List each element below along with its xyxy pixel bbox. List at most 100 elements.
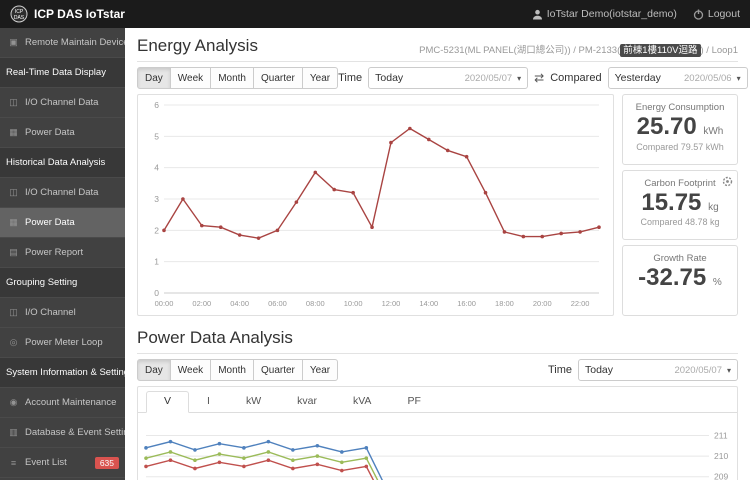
summary-cards: Energy Consumption 25.70 kWh Compared 79… (622, 94, 738, 317)
sidebar-item-label: I/O Channel (25, 307, 76, 318)
event-count-badge: 635 (94, 456, 119, 469)
chevron-down-icon: ▾ (517, 73, 522, 83)
logout-icon (693, 9, 704, 20)
compared-select[interactable]: Yesterday 2020/05/06 ▾ (607, 67, 748, 89)
sidebar-item-event-list[interactable]: ≡ Event List 635 (0, 448, 125, 478)
main-content: Energy Analysis PMC-5231(ML PANEL(湖口總公司)… (125, 28, 750, 480)
tab-kvar[interactable]: kvar (279, 391, 335, 413)
energy-time-select[interactable]: Today 2020/05/07 ▾ (368, 67, 529, 89)
user-menu[interactable]: IoTstar Demo(iotstar_demo) (532, 8, 677, 20)
tab-kva[interactable]: kVA (335, 391, 389, 413)
power-period-year-button[interactable]: Year (301, 359, 339, 381)
time-label: Time (547, 364, 572, 376)
sidebar-item-database-event-setting[interactable]: ▥ Database & Event Setting (0, 418, 125, 448)
power-data-icon: ▦ (9, 217, 18, 227)
sidebar-item-label: Power Data (25, 127, 75, 138)
svg-text:00:00: 00:00 (155, 299, 174, 308)
sidebar-item-label: I/O Channel Data (25, 187, 99, 198)
power-period-day-button[interactable]: Day (137, 359, 171, 381)
logout-button[interactable]: Logout (693, 8, 740, 20)
io-channel-icon: ◫ (9, 97, 18, 107)
growth-rate-card: Growth Rate -32.75 % (622, 245, 738, 317)
database-icon: ▥ (9, 427, 18, 437)
tab-kw[interactable]: kW (228, 391, 279, 413)
energy-period-year-button[interactable]: Year (301, 67, 339, 89)
sidebar-header-historical-data-analysis: Historical Data Analysis (0, 148, 125, 178)
time-select-date: 2020/05/07 (674, 364, 722, 376)
energy-chart-panel: 0 1 2 3 4 5 6 00:00 02:00 04:00 06:00 08:00 10:00 12:… (137, 94, 614, 316)
card-unit: kWh (703, 126, 724, 137)
card-title: Energy Consumption (635, 102, 725, 113)
svg-text:02:00: 02:00 (192, 299, 211, 308)
sidebar-item-io-channel-data-realtime[interactable]: ◫ I/O Channel Data (0, 88, 125, 118)
svg-text:20:00: 20:00 (533, 299, 552, 308)
card-value: 25.70 kWh (636, 113, 724, 140)
breadcrumb-suffix: ) / Loop1 (700, 45, 739, 56)
sidebar-item-label: Account Maintenance (25, 397, 117, 408)
compared-label: Compared (550, 72, 602, 84)
tab-v[interactable]: V (146, 391, 190, 413)
user-name: IoTstar Demo(iotstar_demo) (546, 8, 677, 20)
topbar: ICP DAS ICP DAS IoTstar IoTstar Demo(iot… (0, 0, 750, 28)
sidebar-item-account-maintenance[interactable]: ◉ Account Maintenance (0, 388, 125, 418)
energy-period-week-button[interactable]: Week (169, 67, 212, 89)
svg-text:6: 6 (154, 100, 159, 110)
gear-icon[interactable] (722, 174, 733, 192)
event-list-icon: ≡ (10, 457, 17, 468)
svg-text:14:00: 14:00 (419, 299, 438, 308)
brand-title: ICP DAS IoTstar (34, 7, 125, 21)
power-section-header: Power Data Analysis (137, 322, 738, 354)
breadcrumb: PMC-5231(ML PANEL(湖口總公司)) / PM-2133(前棟1樓… (419, 42, 739, 57)
svg-text:08:00: 08:00 (306, 299, 325, 308)
power-time-select[interactable]: Today 2020/05/07 ▾ (578, 359, 738, 381)
card-title: Carbon Footprint (644, 177, 716, 189)
topbar-right: IoTstar Demo(iotstar_demo) Logout (532, 8, 740, 20)
sidebar-item-io-channel-data-historical[interactable]: ◫ I/O Channel Data (0, 178, 125, 208)
power-toolbar-right: Time Today 2020/05/07 ▾ (548, 359, 738, 381)
sidebar-header-grouping-setting: Grouping Setting (0, 268, 125, 298)
power-title: Power Data Analysis (137, 328, 293, 347)
sidebar-item-label: I/O Channel Data (25, 97, 99, 108)
sidebar-item-power-data-realtime[interactable]: ▦ Power Data (0, 118, 125, 148)
account-icon: ◉ (9, 397, 18, 407)
time-select-date: 2020/05/07 (464, 72, 513, 84)
svg-text:1: 1 (154, 257, 159, 267)
sidebar-item-power-meter-loop[interactable]: ◎ Power Meter Loop (0, 328, 125, 358)
energy-toolbar: Day Week Month Quarter Year Time Today 2… (137, 67, 748, 89)
sidebar-item-power-data-historical[interactable]: ▦ Power Data (0, 208, 125, 238)
svg-text:04:00: 04:00 (230, 299, 249, 308)
compared-select-date: 2020/05/06 (684, 72, 732, 84)
card-unit: kg (708, 201, 719, 213)
time-select-value: Today (585, 364, 614, 376)
power-toolbar: Day Week Month Quarter Year Time Today 2… (137, 359, 738, 381)
time-select-value: Today (375, 72, 404, 84)
energy-body: 0 1 2 3 4 5 6 00:00 02:00 04:00 06:00 08:00 10:00 12:… (137, 94, 738, 317)
sidebar-item-label: Power Data (25, 217, 75, 228)
io-channel-icon: ◫ (9, 307, 18, 317)
iotstar-app: ICP DAS ICP DAS IoTstar IoTstar Demo(iot… (0, 0, 750, 480)
power-data-panel: V I kW kvar kVA PF 209 210 211 (137, 386, 738, 480)
svg-text:0: 0 (154, 288, 159, 298)
sidebar-item-remote-maintain-devices[interactable]: ▣ Remote Maintain Devices (0, 28, 125, 58)
power-period-week-button[interactable]: Week (169, 359, 212, 381)
power-period-month-button[interactable]: Month (210, 359, 254, 381)
energy-toolbar-right: Time Today 2020/05/07 ▾ ⇄ Compared Yeste… (338, 67, 748, 89)
swap-compare-icon[interactable]: ⇄ (534, 71, 544, 85)
compared-select-value: Yesterday (614, 72, 661, 84)
sidebar-header-label: System Information & Setting (6, 367, 125, 378)
brand: ICP DAS ICP DAS IoTstar (10, 5, 125, 23)
sidebar-item-power-report[interactable]: ▤ Power Report (0, 238, 125, 268)
energy-period-day-button[interactable]: Day (137, 67, 171, 89)
energy-consumption-chart: 0 1 2 3 4 5 6 00:00 02:00 04:00 06:00 08:00 10:00 12:… (154, 100, 601, 308)
svg-text:DAS: DAS (14, 15, 25, 21)
energy-period-quarter-button[interactable]: Quarter (252, 67, 303, 89)
tab-pf[interactable]: PF (389, 391, 438, 413)
sidebar-header-label: Grouping Setting (6, 277, 78, 288)
chevron-down-icon: ▾ (726, 365, 731, 375)
svg-text:210: 210 (714, 451, 728, 461)
energy-period-month-button[interactable]: Month (210, 67, 254, 89)
sidebar-item-io-channel[interactable]: ◫ I/O Channel (0, 298, 125, 328)
tab-i[interactable]: I (189, 391, 228, 413)
power-period-quarter-button[interactable]: Quarter (252, 359, 303, 381)
sidebar: ▣ Remote Maintain Devices Real-Time Data … (0, 28, 125, 480)
